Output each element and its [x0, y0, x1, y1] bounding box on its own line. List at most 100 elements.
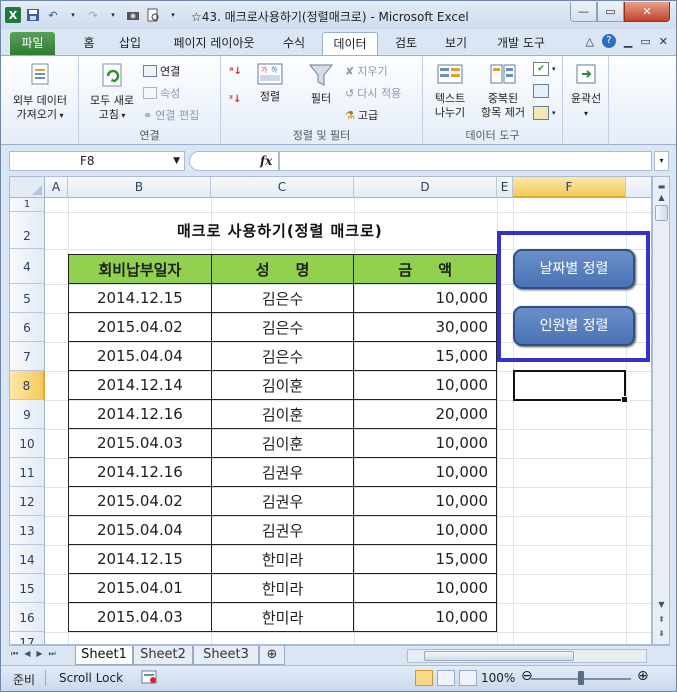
scroll-up-icon[interactable]: ▲	[655, 191, 668, 204]
cell-name[interactable]: 한미라	[210, 602, 355, 632]
insert-function-icon[interactable]: fx	[260, 154, 272, 168]
column-header-d[interactable]: D	[354, 177, 497, 198]
cell-amount[interactable]: 10,000	[353, 457, 497, 487]
cell-name[interactable]: 김은수	[210, 283, 355, 313]
cell-date[interactable]: 2015.04.03	[68, 602, 212, 632]
row-header-5[interactable]: 5	[10, 284, 45, 313]
vertical-scrollbar[interactable]: ▬ ▲ ▼ ⇞ ⇟	[652, 176, 670, 645]
text-to-columns-button[interactable]: 텍스트 나누기	[425, 62, 475, 120]
cell-amount[interactable]: 20,000	[353, 399, 497, 429]
sheet-tab-sheet1[interactable]: Sheet1	[75, 646, 133, 665]
cell-name[interactable]: 김은수	[210, 312, 355, 342]
get-external-data-button[interactable]: 외부 데이터 가져오기 ▾	[5, 62, 75, 123]
cell-name[interactable]: 김권우	[210, 457, 355, 487]
vertical-scroll-thumb[interactable]	[655, 205, 668, 221]
tab-formulas[interactable]: 수식	[278, 32, 310, 55]
outline-button[interactable]: 윤곽선 ▾	[565, 62, 607, 121]
camera-icon[interactable]	[125, 7, 141, 23]
row-header-1[interactable]: 1	[10, 198, 45, 212]
row-header-7[interactable]: 7	[10, 342, 45, 371]
row-header-17[interactable]: 17	[10, 632, 45, 644]
sort-az-button[interactable]: ᵃ↓	[229, 66, 242, 77]
cell-amount[interactable]: 10,000	[353, 515, 497, 545]
active-cell-f8[interactable]	[513, 370, 628, 403]
remove-duplicates-button[interactable]: 중복된 항목 제거	[475, 62, 531, 120]
cell-date[interactable]: 2015.04.04	[68, 341, 212, 371]
doc-restore-icon[interactable]: ▭	[640, 35, 650, 48]
row-header-15[interactable]: 15	[10, 574, 45, 603]
cell-amount[interactable]: 10,000	[353, 573, 497, 603]
cell-date[interactable]: 2015.04.03	[68, 428, 212, 458]
cell-date[interactable]: 2014.12.16	[68, 457, 212, 487]
cell-amount[interactable]: 10,000	[353, 602, 497, 632]
cell-name[interactable]: 김은수	[210, 341, 355, 371]
column-header-a[interactable]: A	[45, 177, 68, 198]
cell-amount[interactable]: 10,000	[353, 283, 497, 313]
page-break-view-button[interactable]	[459, 670, 477, 686]
sheet-tab-sheet2[interactable]: Sheet2	[133, 646, 193, 665]
sheet-tab-sheet3[interactable]: Sheet3	[193, 646, 259, 665]
row-header-4[interactable]: 4	[10, 249, 45, 284]
cell-date[interactable]: 2015.04.02	[68, 312, 212, 342]
clear-button[interactable]: ✘ 지우기	[345, 63, 388, 79]
tab-page-layout[interactable]: 페이지 레이아웃	[164, 32, 264, 55]
reapply-button[interactable]: ↺ 다시 적용	[345, 85, 401, 101]
excel-logo-icon[interactable]: X	[5, 7, 21, 23]
cell-amount[interactable]: 15,000	[353, 341, 497, 371]
prev-page-icon[interactable]: ⇞	[655, 613, 668, 626]
expand-formula-bar-icon[interactable]: ▾	[654, 151, 669, 171]
next-sheet-icon[interactable]: ▶	[36, 649, 42, 659]
tab-view[interactable]: 보기	[440, 32, 472, 55]
macro-record-icon[interactable]	[141, 669, 157, 688]
row-header-6[interactable]: 6	[10, 313, 45, 342]
header-name[interactable]: 성 명	[210, 254, 355, 284]
column-header-b[interactable]: B	[68, 177, 211, 198]
header-date[interactable]: 회비납부일자	[68, 254, 212, 284]
next-page-icon[interactable]: ⇟	[655, 627, 668, 640]
horizontal-scroll-thumb[interactable]	[424, 651, 574, 661]
column-header-c[interactable]: C	[211, 177, 354, 198]
scroll-down-icon[interactable]: ▼	[655, 598, 668, 611]
worksheet-grid[interactable]: A B C D E F 1 2 4 5 6 7 8 9 10 11 12 13 …	[9, 176, 652, 645]
normal-view-button[interactable]	[415, 670, 433, 686]
cell-amount[interactable]: 15,000	[353, 544, 497, 574]
row-header-8[interactable]: 8	[10, 371, 45, 400]
edit-links-button[interactable]: ⚭ 연결 편집	[143, 107, 199, 123]
sort-by-person-button[interactable]: 인원별 정렬	[513, 306, 635, 346]
cell-name[interactable]: 김권우	[210, 486, 355, 516]
first-sheet-icon[interactable]: ⏮	[11, 649, 18, 659]
customize-qat-icon[interactable]: ▾	[165, 7, 181, 23]
cell-amount[interactable]: 10,000	[353, 486, 497, 516]
header-amount[interactable]: 금 액	[353, 254, 497, 284]
cell-date[interactable]: 2015.04.04	[68, 515, 212, 545]
doc-minimize-icon[interactable]: ▁	[624, 35, 632, 48]
cell-name[interactable]: 김이훈	[210, 370, 355, 400]
tab-file[interactable]: 파일	[10, 32, 55, 55]
cell-amount[interactable]: 10,000	[353, 428, 497, 458]
cell-name[interactable]: 김이훈	[210, 399, 355, 429]
zoom-in-icon[interactable]: ⊕	[637, 668, 649, 684]
cell-date[interactable]: 2014.12.15	[68, 283, 212, 313]
row-header-13[interactable]: 13	[10, 516, 45, 545]
minimize-button[interactable]: —	[570, 2, 597, 22]
help-icon[interactable]: ?	[601, 34, 616, 48]
advanced-button[interactable]: ⚗ 고급	[345, 107, 378, 123]
row-header-12[interactable]: 12	[10, 487, 45, 516]
properties-button[interactable]: 속성	[143, 85, 180, 101]
row-header-9[interactable]: 9	[10, 400, 45, 429]
redo-dropdown-icon[interactable]: ▾	[105, 7, 121, 23]
cell-name[interactable]: 김이훈	[210, 428, 355, 458]
prev-sheet-icon[interactable]: ◀	[24, 649, 30, 659]
consolidate-button[interactable]	[533, 84, 549, 98]
page-layout-view-button[interactable]	[437, 670, 455, 686]
tab-developer[interactable]: 개발 도구	[490, 32, 552, 55]
undo-dropdown-icon[interactable]: ▾	[65, 7, 81, 23]
zoom-slider-knob[interactable]	[578, 671, 584, 685]
column-header-e[interactable]: E	[497, 177, 513, 198]
row-header-16[interactable]: 16	[10, 603, 45, 632]
refresh-all-button[interactable]: 모두 새로 고침 ▾	[83, 62, 141, 123]
cell-date[interactable]: 2015.04.01	[68, 573, 212, 603]
what-if-button[interactable]: ▾	[533, 106, 556, 120]
connections-button[interactable]: 연결	[143, 63, 180, 79]
data-validation-button[interactable]: ✔ ▾	[533, 62, 556, 76]
